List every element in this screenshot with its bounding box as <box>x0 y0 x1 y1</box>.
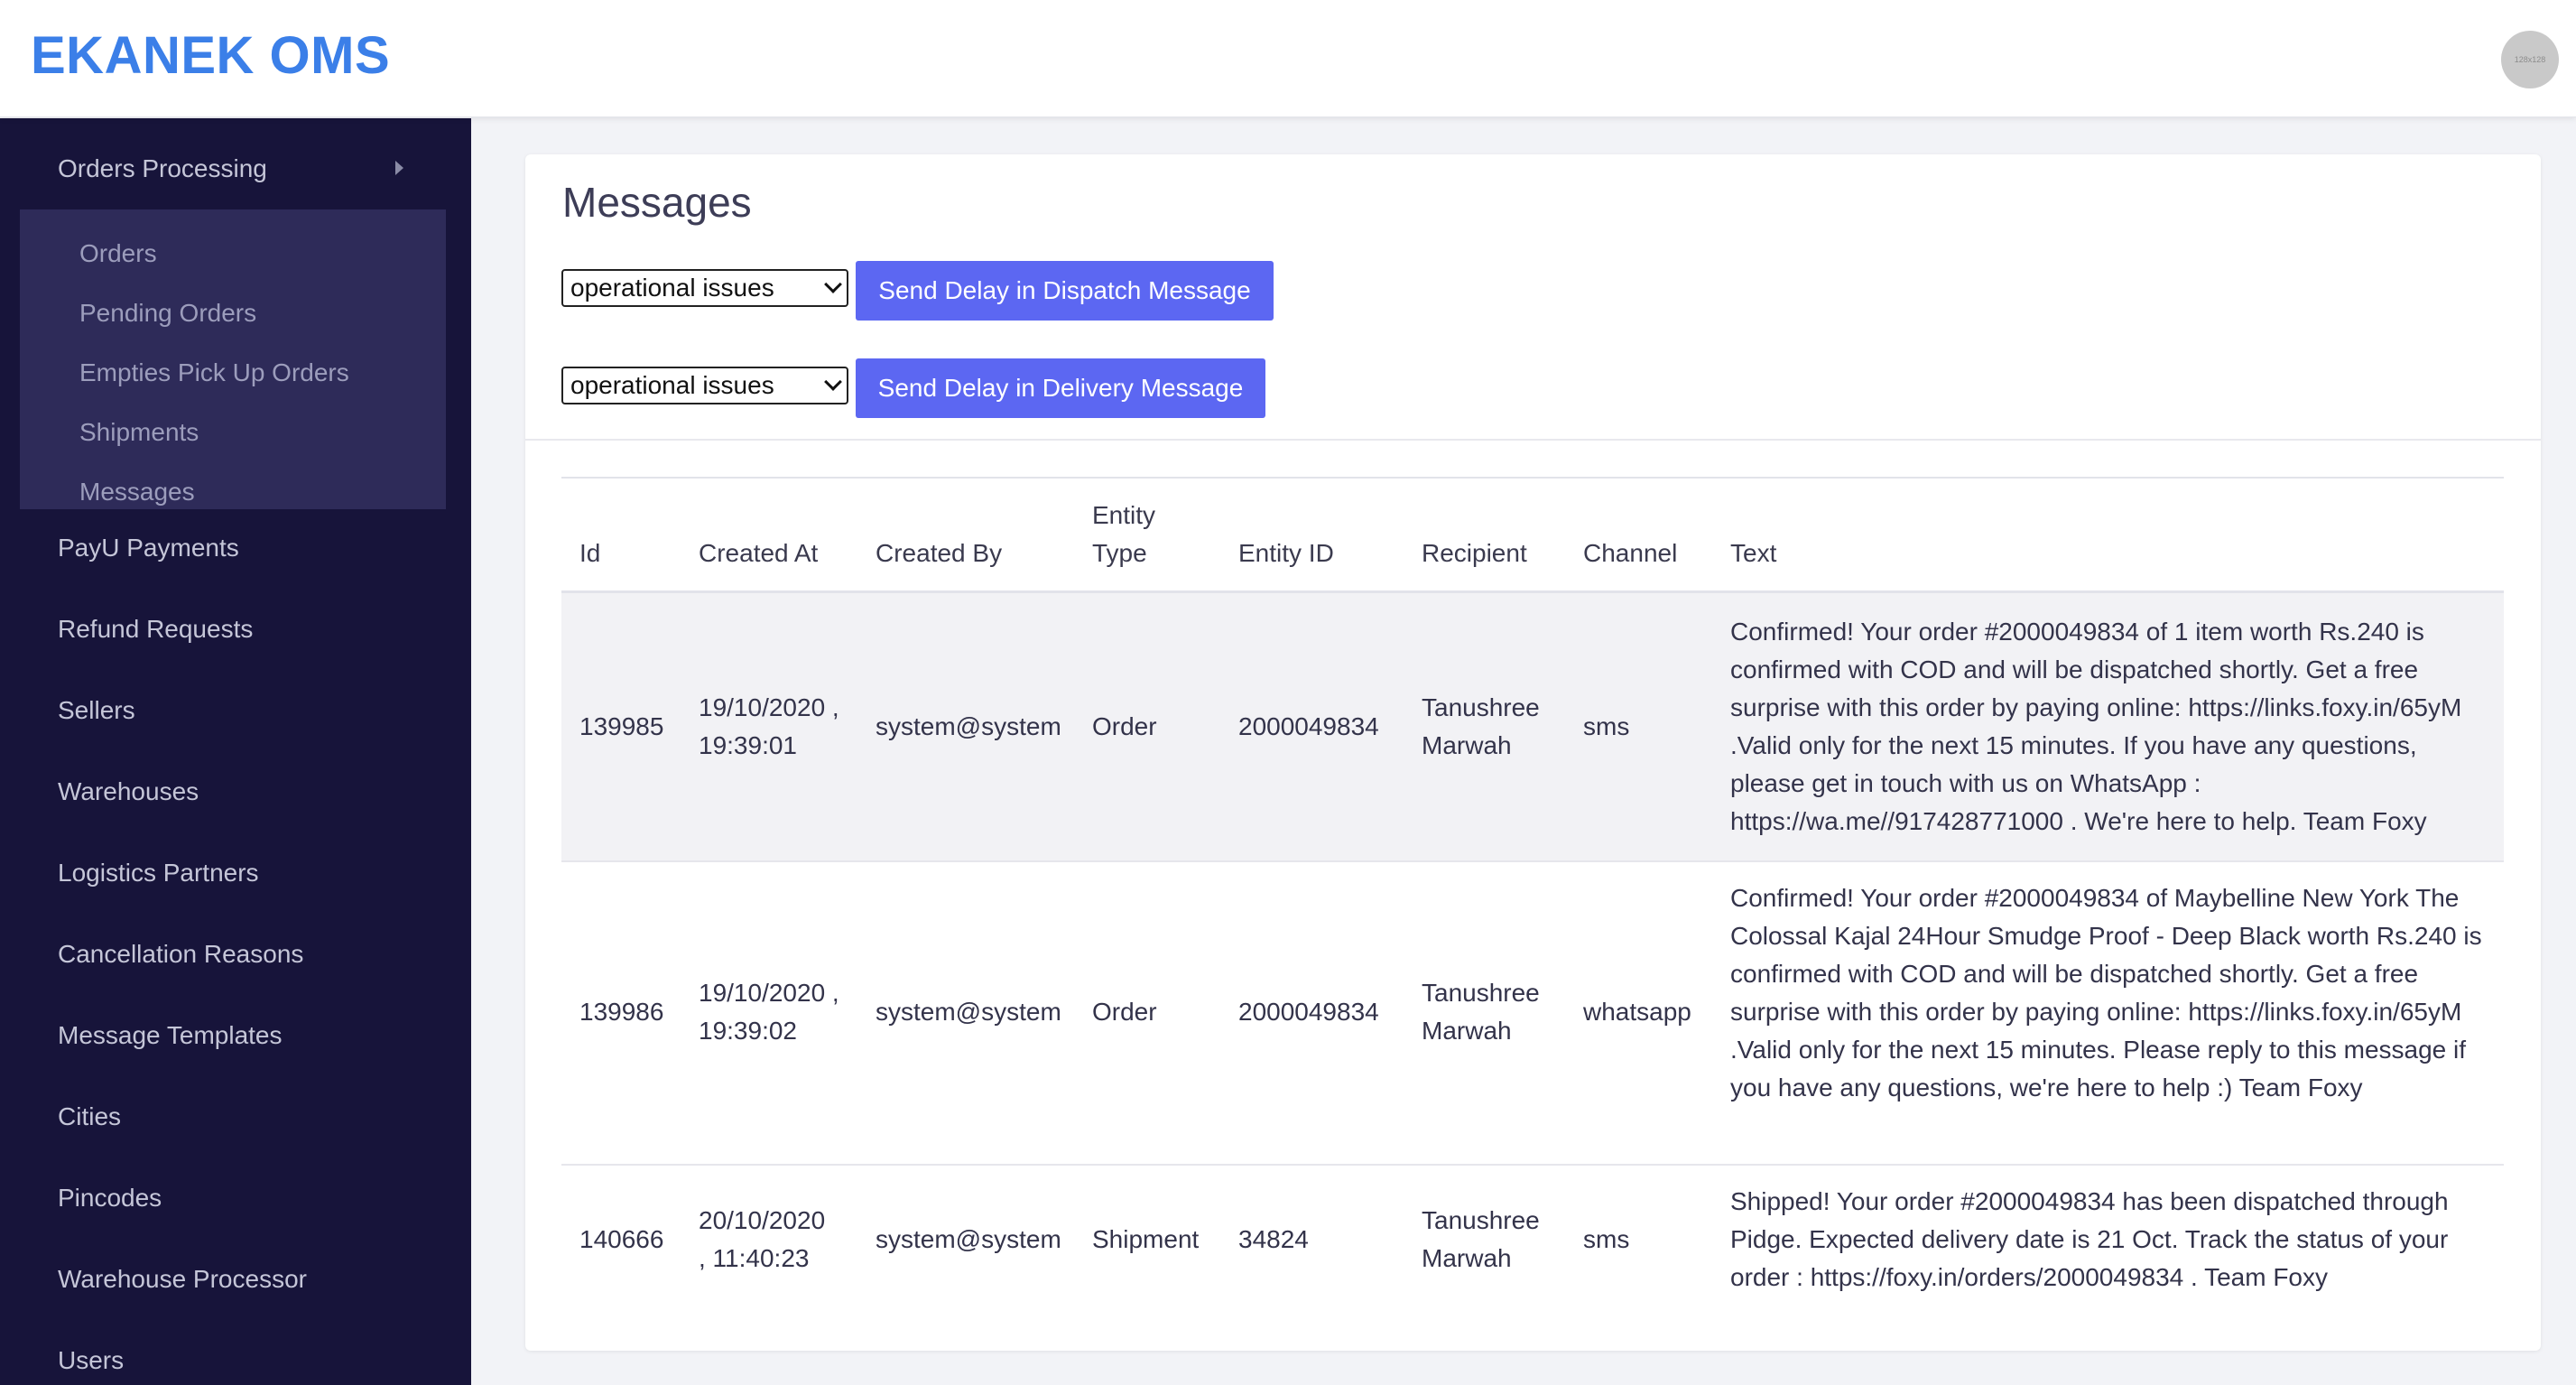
app-logo[interactable]: EKANEK OMS <box>31 25 390 86</box>
orders-processing-submenu: Orders Pending Orders Empties Pick Up Or… <box>20 209 446 509</box>
chevron-down-icon <box>824 275 842 293</box>
cell-created-at-time: , 11:40:23 <box>699 1244 810 1272</box>
cell-created-at-time: 19:39:01 <box>699 731 797 759</box>
sidebar-subitem-shipments[interactable]: Shipments <box>79 418 199 447</box>
sidebar-subitem-pending-orders[interactable]: Pending Orders <box>79 299 256 328</box>
column-header-entity-type-line2: Type <box>1092 539 1147 567</box>
table-top-border <box>561 477 2504 479</box>
cell-recipient-last: Marwah <box>1422 1244 1512 1272</box>
sidebar-item-cancellation-reasons[interactable]: Cancellation Reasons <box>58 940 303 969</box>
sidebar-item-cities[interactable]: Cities <box>58 1102 121 1131</box>
column-header-text[interactable]: Text <box>1730 534 1776 572</box>
section-divider <box>525 439 2541 441</box>
sidebar-item-orders-processing[interactable]: Orders Processing <box>0 118 471 209</box>
sidebar-item-warehouses[interactable]: Warehouses <box>58 777 199 806</box>
top-header: EKANEK OMS 128x128 <box>0 0 2576 117</box>
cell-recipient: Tanushree Marwah <box>1422 974 1540 1050</box>
sidebar-item-payu-payments[interactable]: PayU Payments <box>58 534 239 562</box>
cell-created-by: system@system <box>876 712 1061 740</box>
cell-channel: whatsapp <box>1583 998 1691 1026</box>
column-header-channel[interactable]: Channel <box>1583 534 1677 572</box>
sidebar-subitem-orders[interactable]: Orders <box>79 239 157 268</box>
column-header-created-at[interactable]: Created At <box>699 534 818 572</box>
column-header-created-by[interactable]: Created By <box>876 534 1002 572</box>
send-dispatch-delay-button[interactable]: Send Delay in Dispatch Message <box>856 261 1274 321</box>
cell-text: Confirmed! Your order #2000049834 of 1 i… <box>1730 618 2462 835</box>
cell-created-at: 20/10/2020 , 11:40:23 <box>699 1202 825 1278</box>
delivery-reason-select[interactable]: operational issues <box>561 367 848 404</box>
cell-created-by: system@system <box>876 1225 1061 1253</box>
sidebar-subitem-empties-pick-up-orders[interactable]: Empties Pick Up Orders <box>79 358 349 387</box>
cell-id: 140666 <box>579 1225 664 1253</box>
sidebar-item-sellers[interactable]: Sellers <box>58 696 135 725</box>
cell-created-at-time: 19:39:02 <box>699 1017 797 1045</box>
cell-recipient-first: Tanushree <box>1422 693 1540 721</box>
page-title: Messages <box>562 179 752 226</box>
column-header-entity-type-line1: Entity <box>1092 501 1156 529</box>
sidebar-item-logistics-partners[interactable]: Logistics Partners <box>58 859 259 888</box>
dispatch-reason-select[interactable]: operational issues <box>561 269 848 307</box>
cell-created-at: 19/10/2020 , 19:39:01 <box>699 689 839 765</box>
cell-recipient-first: Tanushree <box>1422 979 1540 1007</box>
sidebar-item-label: Orders Processing <box>58 154 267 182</box>
cell-created-at: 19/10/2020 , 19:39:02 <box>699 974 839 1050</box>
cell-id: 139985 <box>579 712 664 740</box>
cell-recipient: Tanushree Marwah <box>1422 1202 1540 1278</box>
column-header-entity-type[interactable]: Entity Type <box>1092 497 1155 572</box>
cell-created-at-date: 19/10/2020 , <box>699 979 839 1007</box>
messages-card: Messages operational issues Send Delay i… <box>525 154 2541 1351</box>
column-header-recipient[interactable]: Recipient <box>1422 534 1527 572</box>
cell-recipient-last: Marwah <box>1422 731 1512 759</box>
cell-entity-type: Shipment <box>1092 1225 1200 1253</box>
chevron-right-icon <box>395 161 403 175</box>
cell-id: 139986 <box>579 998 664 1026</box>
cell-channel: sms <box>1583 712 1630 740</box>
cell-entity-id: 2000049834 <box>1238 998 1379 1026</box>
sidebar-item-users[interactable]: Users <box>58 1346 124 1375</box>
sidebar-item-pincodes[interactable]: Pincodes <box>58 1184 162 1213</box>
cell-text: Shipped! Your order #2000049834 has been… <box>1730 1187 2449 1291</box>
cell-created-by: system@system <box>876 998 1061 1026</box>
column-header-id[interactable]: Id <box>579 534 600 572</box>
cell-entity-type: Order <box>1092 712 1157 740</box>
sidebar: Orders Processing Orders Pending Orders … <box>0 118 471 1385</box>
cell-entity-type: Order <box>1092 998 1157 1026</box>
cell-entity-id: 2000049834 <box>1238 712 1379 740</box>
cell-created-at-date: 19/10/2020 , <box>699 693 839 721</box>
avatar[interactable]: 128x128 <box>2501 31 2559 88</box>
dispatch-reason-value: operational issues <box>570 274 774 302</box>
cell-recipient: Tanushree Marwah <box>1422 689 1540 765</box>
cell-text: Confirmed! Your order #2000049834 of May… <box>1730 884 2482 1101</box>
sidebar-item-message-templates[interactable]: Message Templates <box>58 1021 283 1050</box>
cell-recipient-first: Tanushree <box>1422 1206 1540 1234</box>
delivery-reason-value: operational issues <box>570 371 774 399</box>
column-header-entity-id[interactable]: Entity ID <box>1238 534 1334 572</box>
send-delivery-delay-button[interactable]: Send Delay in Delivery Message <box>856 358 1265 418</box>
cell-entity-id: 34824 <box>1238 1225 1309 1253</box>
cell-created-at-date: 20/10/2020 <box>699 1206 826 1234</box>
sidebar-item-refund-requests[interactable]: Refund Requests <box>58 615 253 644</box>
cell-recipient-last: Marwah <box>1422 1017 1512 1045</box>
chevron-down-icon <box>824 373 842 391</box>
sidebar-subitem-messages[interactable]: Messages <box>79 478 195 507</box>
sidebar-item-warehouse-processor[interactable]: Warehouse Processor <box>58 1265 307 1294</box>
cell-channel: sms <box>1583 1225 1630 1253</box>
